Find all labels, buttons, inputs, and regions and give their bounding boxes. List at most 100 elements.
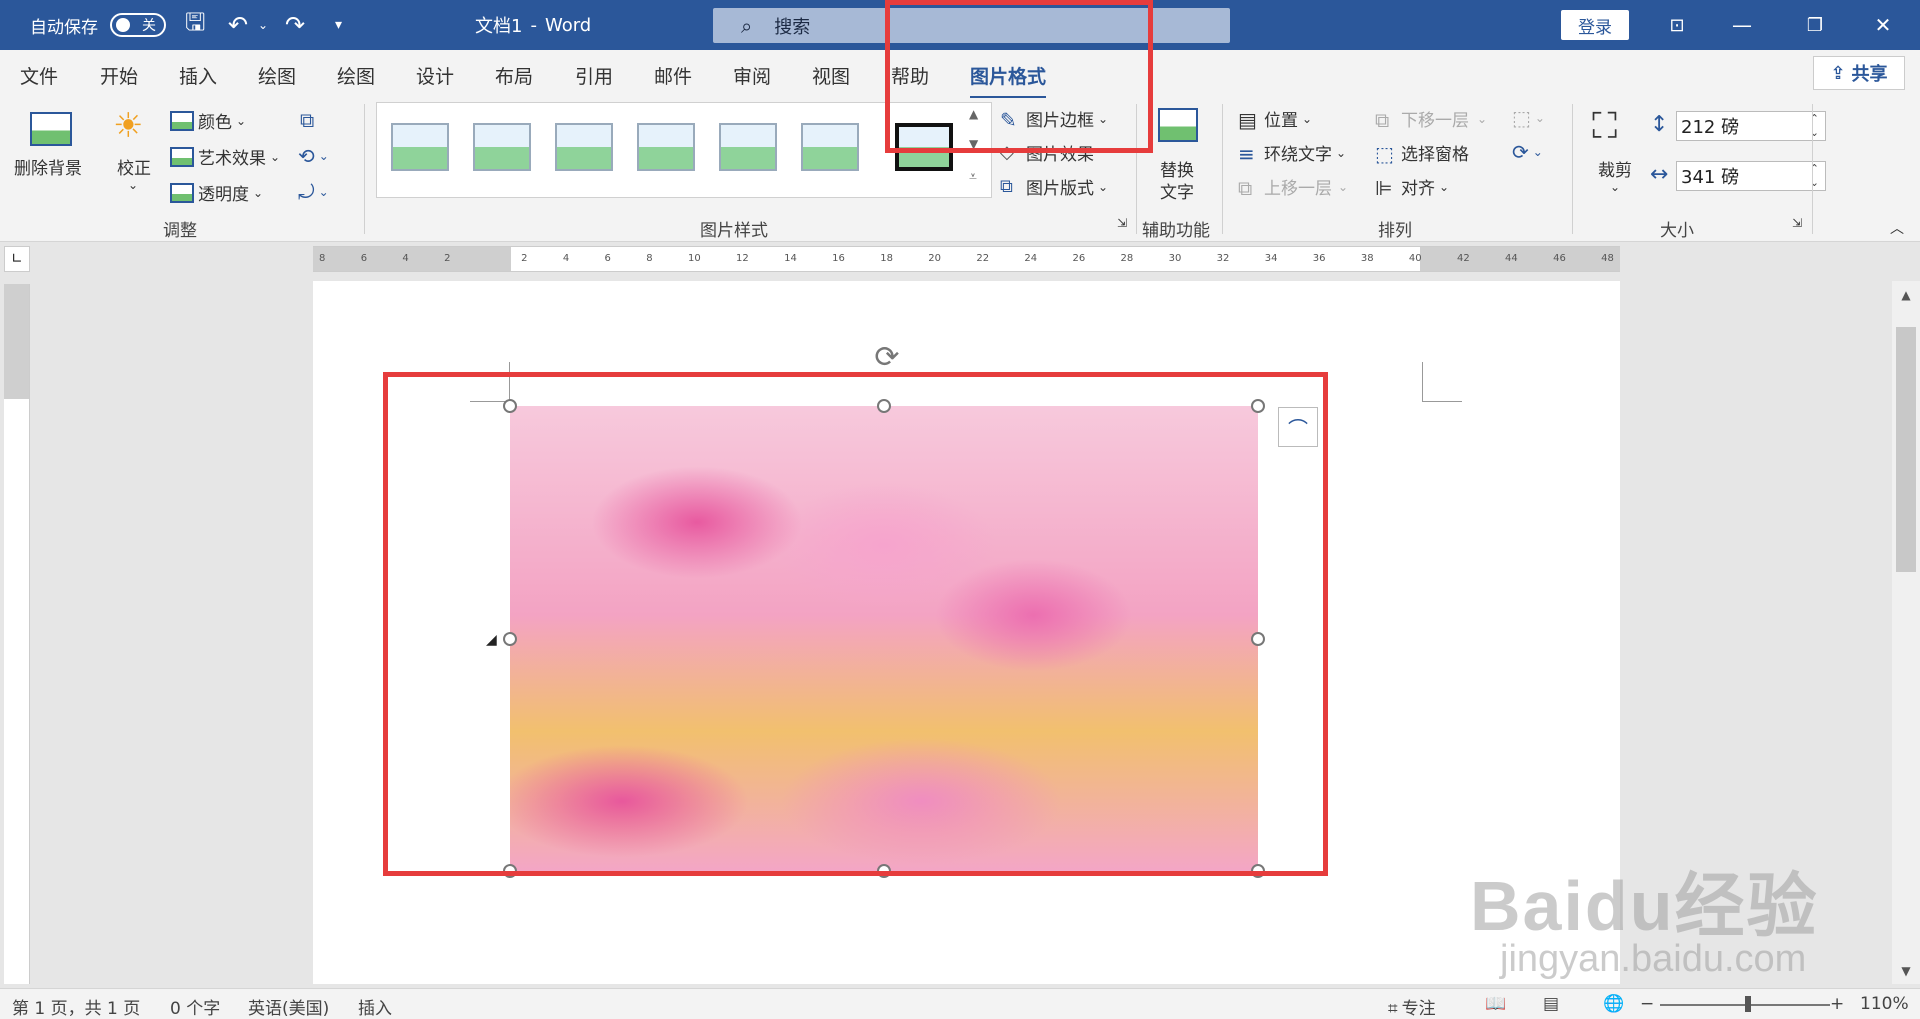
crop-dropdown-icon[interactable]: ⌄ <box>1610 180 1620 194</box>
height-value: 212 磅 <box>1681 117 1740 138</box>
vertical-ruler[interactable] <box>4 284 30 984</box>
minimize-icon[interactable]: — <box>1712 0 1772 50</box>
crop-button[interactable]: 裁剪 <box>1598 156 1632 181</box>
group-objects-icon[interactable]: ⬚ ⌄ <box>1512 106 1545 130</box>
autosave-toggle[interactable]: 关 <box>110 0 166 50</box>
tab-layout[interactable]: 布局 <box>495 62 533 89</box>
artistic-effects-button[interactable]: 艺术效果 ⌄ <box>170 144 280 169</box>
tab-view[interactable]: 视图 <box>812 62 850 89</box>
save-icon[interactable]: 🖫 <box>185 0 205 50</box>
page-count[interactable]: 第 1 页，共 1 页 <box>12 994 140 1019</box>
color-button[interactable]: 颜色 ⌄ <box>170 108 246 133</box>
tab-selector-icon[interactable]: ∟ <box>4 246 30 272</box>
crop-icon[interactable]: ⛶ <box>1592 106 1617 148</box>
bring-forward-button[interactable]: ⧉ 上移一层 ⌄ <box>1238 174 1348 200</box>
width-input[interactable]: 341 磅 ⌃ ⌄ <box>1676 161 1826 191</box>
focus-label: 专注 <box>1401 999 1436 1019</box>
word-count[interactable]: 0 个字 <box>170 994 220 1019</box>
tab-home[interactable]: 开始 <box>100 62 138 89</box>
align-button[interactable]: ⊫ 对齐 ⌄ <box>1375 174 1449 200</box>
scrollbar-thumb[interactable] <box>1896 327 1916 572</box>
remove-background-icon[interactable] <box>30 112 76 146</box>
share-icon: ⇪ <box>1830 62 1846 84</box>
close-icon[interactable]: ✕ <box>1853 0 1913 50</box>
zoom-out-icon[interactable]: − <box>1640 994 1654 1014</box>
tab-insert[interactable]: 插入 <box>179 62 217 89</box>
group-label-size: 大小 <box>1660 221 1694 241</box>
height-icon: ↕ <box>1650 112 1669 137</box>
ruler-tick-label: 2 <box>444 253 451 264</box>
language[interactable]: 英语(美国) <box>248 994 329 1019</box>
size-launcher-icon[interactable]: ⇲ <box>1792 216 1802 230</box>
group-separator <box>1572 104 1573 234</box>
rotate-handle-icon[interactable]: ⟳ <box>870 340 904 375</box>
alt-text-label-2[interactable]: 文字 <box>1160 178 1194 203</box>
tab-draw-2[interactable]: 绘图 <box>337 62 375 89</box>
share-label: 共享 <box>1851 64 1888 85</box>
picture-style-2[interactable] <box>473 123 531 171</box>
alt-text-icon[interactable] <box>1158 108 1202 142</box>
group-separator <box>364 104 365 234</box>
scroll-up-icon[interactable]: ▲ <box>1896 285 1916 305</box>
corrections-dropdown-icon[interactable]: ⌄ <box>128 178 138 192</box>
transparency-button[interactable]: 透明度 ⌄ <box>170 180 263 205</box>
tab-draw[interactable]: 绘图 <box>258 62 296 89</box>
tab-file[interactable]: 文件 <box>20 62 58 89</box>
zoom-slider-thumb[interactable] <box>1745 996 1751 1012</box>
login-button[interactable]: 登录 <box>1561 10 1629 40</box>
tab-references[interactable]: 引用 <box>575 62 613 89</box>
zoom-in-icon[interactable]: + <box>1830 994 1844 1014</box>
undo-dropdown-icon[interactable]: ⌄ <box>258 0 268 50</box>
height-input[interactable]: 212 磅 ⌃ ⌄ <box>1676 111 1826 141</box>
tab-mailings[interactable]: 邮件 <box>654 62 692 89</box>
customize-toolbar-icon[interactable]: ▾ <box>335 0 342 50</box>
horizontal-ruler[interactable]: 8 6 4 2 2 4 6 8 10 12 14 16 18 20 22 24 26 28 30 32 34 36 38 40… <box>313 246 1620 272</box>
reset-picture-icon[interactable]: ⤾ ⌄ <box>298 180 329 204</box>
focus-button[interactable]: ⌗ 专注 <box>1388 994 1436 1019</box>
remove-background-button[interactable]: 删除背景 <box>14 154 82 179</box>
bring-forward-icon: ⧉ <box>1238 175 1253 200</box>
print-layout-icon[interactable]: ▤ <box>1543 994 1559 1014</box>
status-bar: 第 1 页，共 1 页 0 个字 英语(美国) 插入 ⌗ 专注 📖 ▤ 🌐 − +… <box>0 988 1920 1019</box>
corrections-button[interactable]: 校正 <box>117 154 151 179</box>
width-value: 341 磅 <box>1681 167 1740 188</box>
position-icon: ▤ <box>1238 107 1257 132</box>
insert-mode[interactable]: 插入 <box>358 994 392 1019</box>
scroll-down-icon[interactable]: ▼ <box>1896 961 1916 981</box>
rotate-icon[interactable]: ⟳ ⌄ <box>1512 140 1543 164</box>
ruler-tick-label: 2 <box>521 253 528 264</box>
compress-pictures-icon[interactable]: ⧉ <box>300 108 314 132</box>
zoom-level[interactable]: 110% <box>1860 994 1909 1014</box>
picture-styles-launcher-icon[interactable]: ⇲ <box>1117 216 1127 230</box>
position-button[interactable]: ▤ 位置 ⌄ <box>1238 106 1312 132</box>
wrap-text-button[interactable]: ≡ 环绕文字 ⌄ <box>1238 140 1346 166</box>
share-button[interactable]: ⇪ 共享 <box>1813 56 1905 90</box>
undo-icon[interactable]: ↶ <box>228 0 248 50</box>
collapse-ribbon-icon[interactable]: ︿ <box>1890 218 1904 238</box>
change-picture-icon[interactable]: ⟲ ⌄ <box>298 144 329 168</box>
tab-review[interactable]: 审阅 <box>733 62 771 89</box>
ruler-tick-label: 48 <box>1601 253 1614 264</box>
selection-pane-button[interactable]: ⬚ 选择窗格 <box>1375 140 1469 166</box>
vertical-scrollbar[interactable]: ▲ ▼ <box>1892 281 1920 984</box>
ribbon-display-options-icon[interactable]: ⊡ <box>1647 0 1707 50</box>
picture-style-3[interactable] <box>555 123 613 171</box>
read-mode-icon[interactable]: 📖 <box>1485 994 1506 1014</box>
corrections-icon[interactable]: ☀ <box>113 106 143 146</box>
send-backward-icon: ⧉ <box>1375 107 1390 132</box>
send-backward-button[interactable]: ⧉ 下移一层 ⌄ <box>1375 106 1487 132</box>
ruler-tick-label: 18 <box>880 253 893 264</box>
picture-style-6[interactable] <box>801 123 859 171</box>
picture-style-1[interactable] <box>391 123 449 171</box>
picture-style-5[interactable] <box>719 123 777 171</box>
send-backward-label: 下移一层 <box>1401 111 1469 131</box>
redo-icon[interactable]: ↷ <box>285 0 305 50</box>
tab-design[interactable]: 设计 <box>416 62 454 89</box>
web-layout-icon[interactable]: 🌐 <box>1603 994 1624 1014</box>
gallery-more-icon[interactable]: ⩡ <box>969 169 977 185</box>
picture-layout-button[interactable]: ⧉ 图片版式 ⌄ <box>1000 174 1108 200</box>
picture-style-4[interactable] <box>637 123 695 171</box>
restore-icon[interactable]: ❐ <box>1785 0 1845 50</box>
ruler-tick-label: 32 <box>1216 253 1230 264</box>
title-separator: - <box>530 14 537 36</box>
